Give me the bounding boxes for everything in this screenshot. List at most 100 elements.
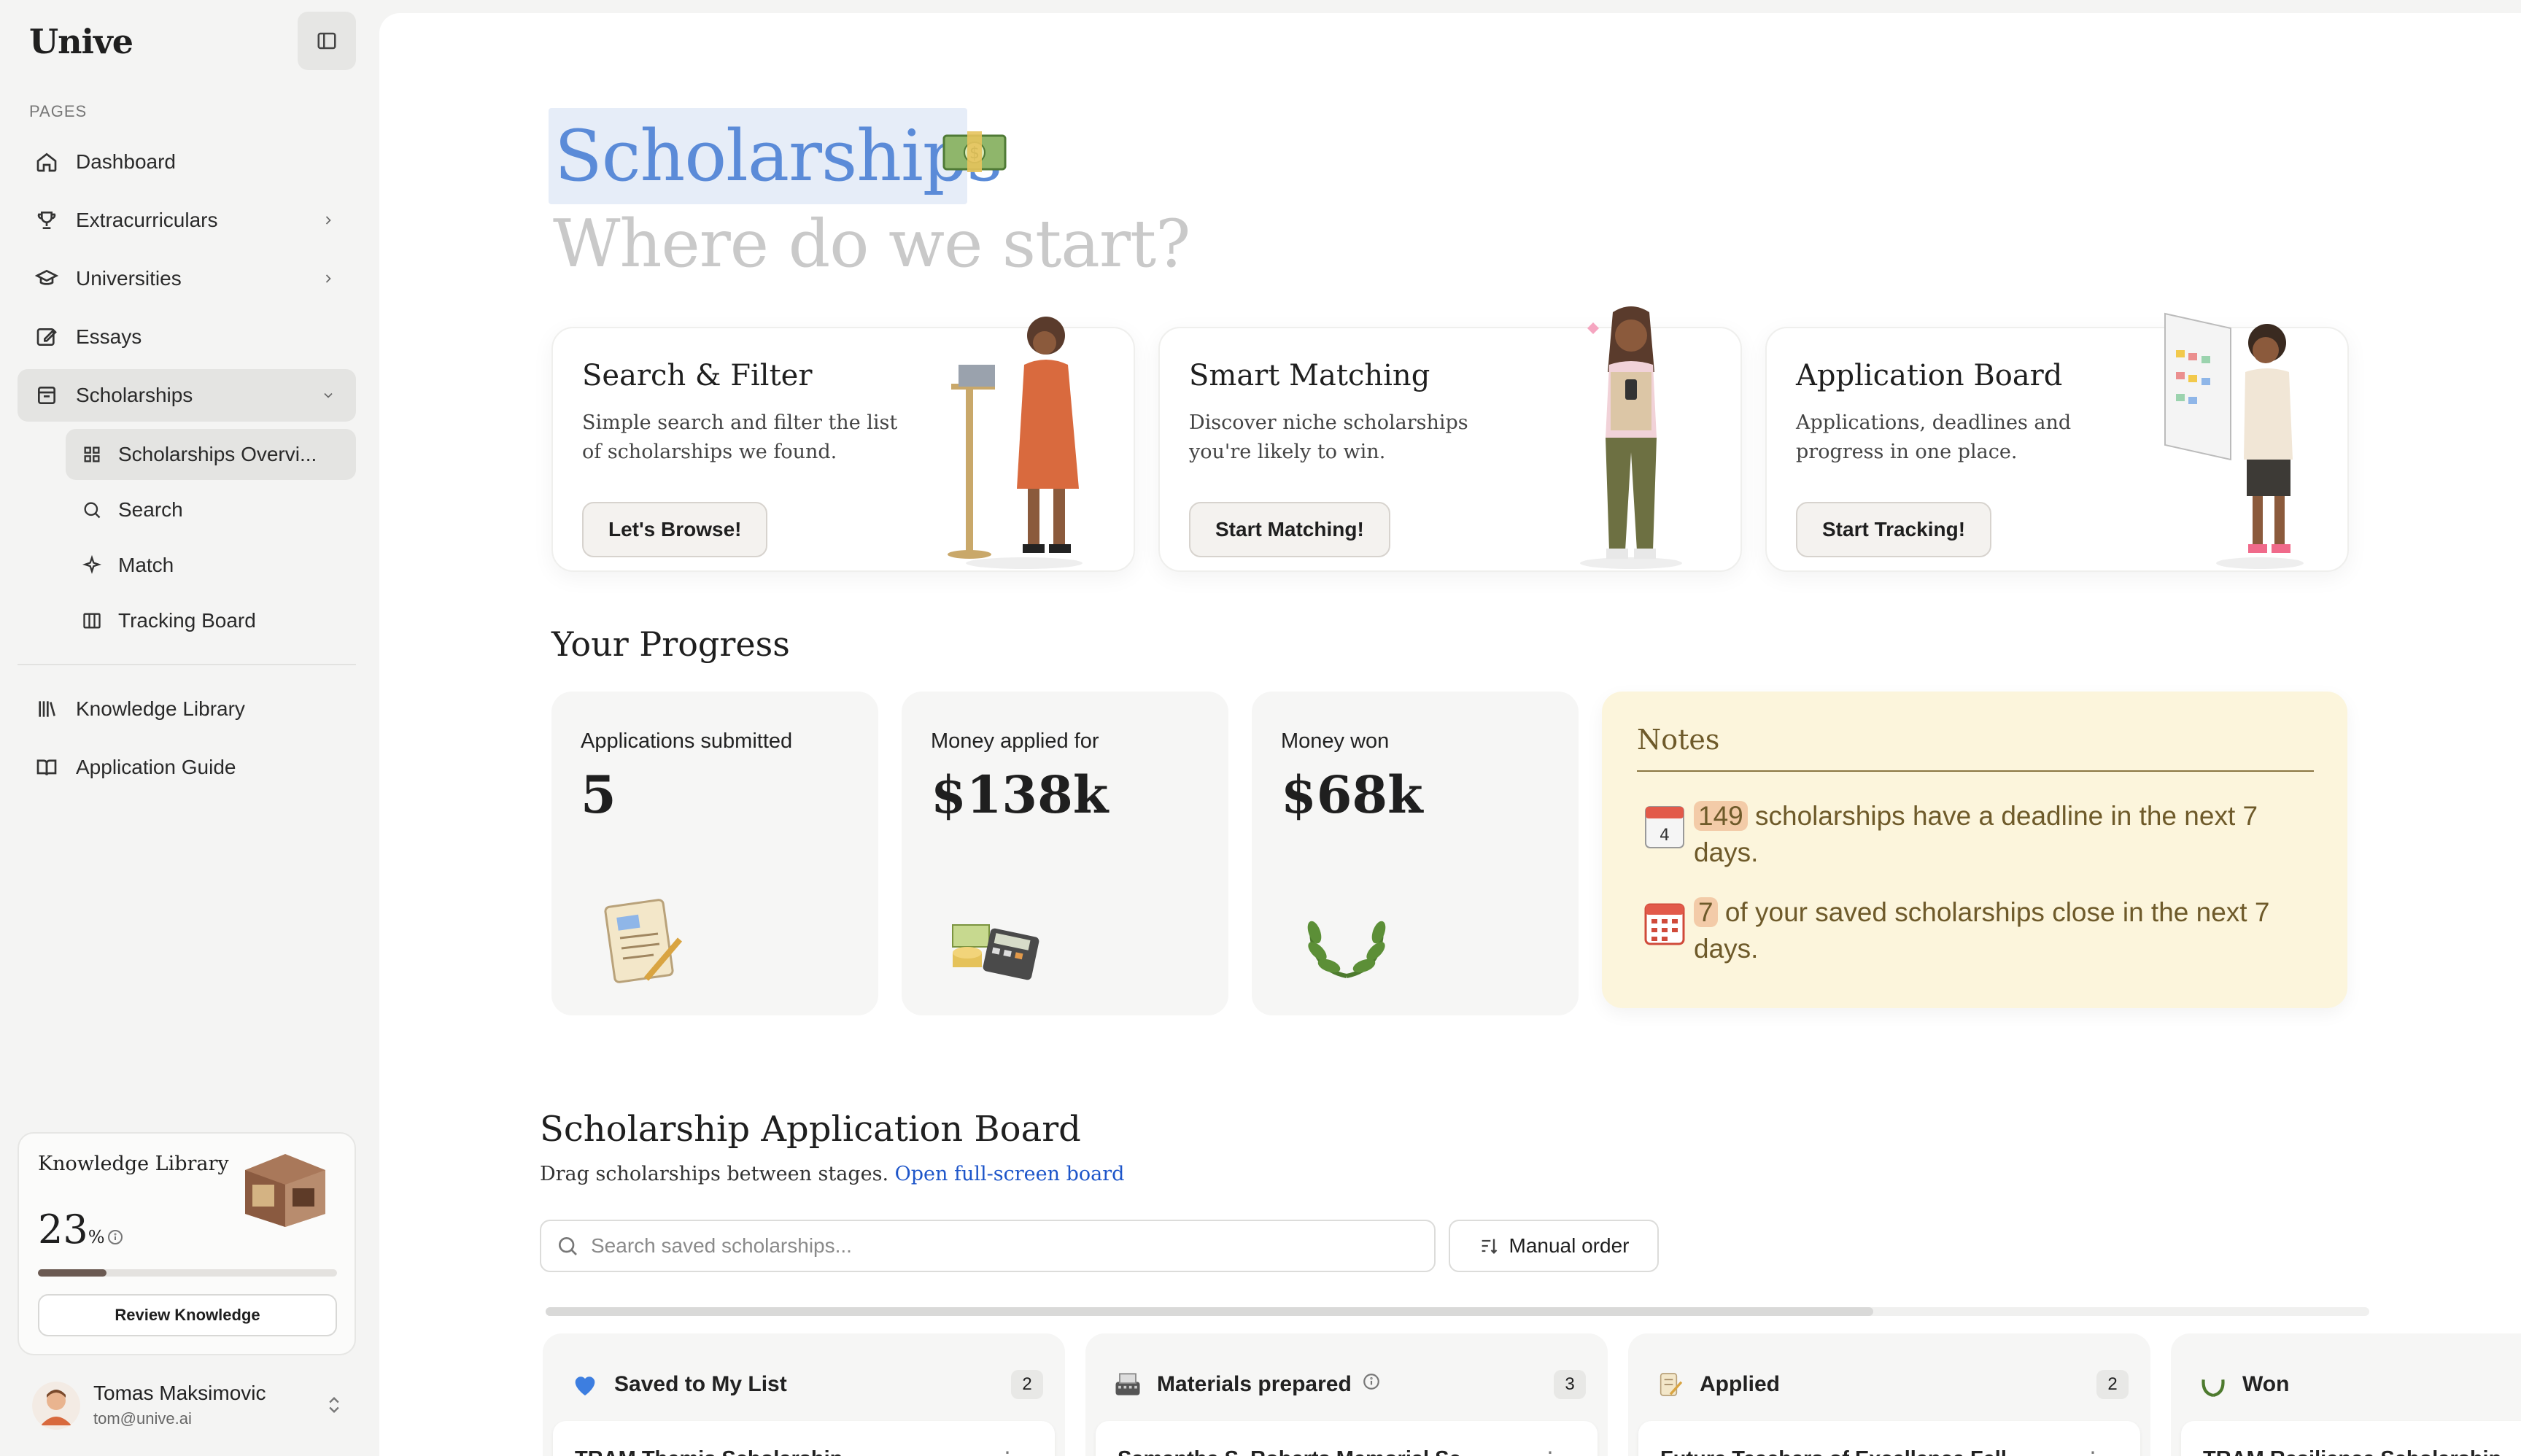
stat-value: $138k: [931, 764, 1109, 825]
note-text: 7 of your saved scholarships close in th…: [1694, 897, 2270, 964]
home-icon: [32, 147, 61, 177]
page-title: Scholarships: [554, 115, 1002, 197]
feature-title: Search & Filter: [582, 359, 813, 392]
knowledge-card-title: Knowledge Library: [38, 1153, 229, 1175]
notes-divider: [1637, 770, 2314, 772]
girl-with-phone-illustration: [1580, 306, 1682, 569]
search-icon: [559, 1237, 577, 1255]
laurel-wreath-icon: [1307, 921, 1386, 978]
sidebar-item-application-guide[interactable]: Application Guide: [18, 741, 356, 794]
scholarship-card[interactable]: TRAM Resilience Scholarship: [2181, 1421, 2521, 1456]
document-pen-icon: [604, 899, 683, 983]
avatar: [32, 1382, 80, 1430]
book-open-icon: [32, 753, 61, 782]
scholarship-card-title: Samantha S. Roberts Memorial Sc...: [1118, 1447, 1479, 1456]
board-column-saved: Saved to My List 2 TRAM Themis Scholarsh…: [543, 1333, 1065, 1456]
library-room-illustration: [245, 1154, 325, 1227]
grid-icon: [79, 441, 105, 468]
notes-title: Notes: [1637, 724, 1720, 756]
search-icon: [79, 497, 105, 523]
sidebar-item-label: Scholarships: [76, 384, 193, 406]
chevron-up-down-icon[interactable]: [324, 1392, 344, 1422]
board-search-input[interactable]: Search saved scholarships...: [540, 1220, 1436, 1272]
chevron-right-icon[interactable]: [315, 207, 341, 233]
sidebar-item-extracurriculars[interactable]: Extracurriculars: [18, 194, 356, 247]
scholarship-card[interactable]: TRAM Themis Scholarship ⋮: [553, 1421, 1055, 1456]
note-saved-closing: 7 of your saved scholarships close in th…: [1637, 894, 2323, 967]
sidebar-subitem-label: Tracking Board: [118, 609, 256, 632]
trophy-icon: [32, 206, 61, 235]
chevron-right-icon[interactable]: [315, 266, 341, 292]
column-header: Materials prepared: [1112, 1368, 1381, 1401]
info-icon[interactable]: [1362, 1372, 1381, 1397]
column-header: Saved to My List: [569, 1368, 787, 1401]
sidebar-subitem-overview[interactable]: Scholarships Overvi...: [66, 429, 356, 480]
start-tracking-button[interactable]: Start Tracking!: [1796, 502, 1992, 557]
sort-icon: [1482, 1239, 1497, 1254]
column-count: 2: [2096, 1370, 2129, 1399]
stat-card-money-applied: Money applied for $138k: [902, 692, 1228, 1015]
manual-order-button[interactable]: Manual order: [1449, 1220, 1659, 1272]
scrollbar-thumb[interactable]: [546, 1307, 1873, 1316]
more-options-icon[interactable]: ⋮: [2082, 1447, 2104, 1456]
notes-card: Notes 4 149 scholarships have a deadline…: [1602, 692, 2347, 1008]
sidebar-subitem-match[interactable]: Match: [66, 540, 356, 591]
note-deadline-count: 4 149 scholarships have a deadline in th…: [1637, 798, 2323, 871]
chevron-down-icon[interactable]: [315, 382, 341, 408]
blue-heart-icon: [569, 1368, 601, 1401]
section-label-pages: PAGES: [29, 102, 88, 120]
column-header: Applied: [1654, 1368, 1780, 1401]
sidebar-item-label: Extracurriculars: [76, 209, 218, 231]
sidebar-subitem-label: Match: [118, 554, 174, 576]
open-fullscreen-board-link[interactable]: Open full-screen board: [895, 1163, 1125, 1185]
columns-icon: [79, 608, 105, 634]
feature-title: Smart Matching: [1189, 359, 1430, 392]
feature-description: Discover niche scholarships you're likel…: [1189, 411, 1468, 463]
money-calculator-icon: [952, 924, 1039, 980]
note-count: 149: [1694, 801, 1748, 831]
stat-value: $68k: [1281, 764, 1423, 825]
sidebar-subitem-search[interactable]: Search: [66, 484, 356, 535]
note-count: 7: [1694, 897, 1718, 927]
user-menu[interactable]: Tomas Maksimovic tom@unive.ai: [18, 1371, 356, 1441]
note-text: 149 scholarships have a deadline in the …: [1694, 801, 2258, 867]
board-horizontal-scrollbar[interactable]: [546, 1307, 2369, 1316]
graduation-cap-icon: [32, 264, 61, 293]
review-knowledge-button[interactable]: Review Knowledge: [38, 1294, 337, 1336]
more-options-icon[interactable]: ⋮: [996, 1447, 1018, 1456]
boy-at-board-illustration: [2164, 312, 2304, 569]
scholarship-card[interactable]: Future Teachers of Excellence Fell... ⋮: [1638, 1421, 2140, 1456]
sidebar-subitem-tracking-board[interactable]: Tracking Board: [66, 595, 356, 646]
sidebar-toggle-button[interactable]: [298, 12, 356, 70]
more-options-icon[interactable]: ⋮: [1539, 1447, 1561, 1456]
lets-browse-button[interactable]: Let's Browse!: [582, 502, 768, 557]
sidebar-item-scholarships[interactable]: Scholarships: [18, 369, 356, 422]
money-icon: $: [942, 131, 1007, 172]
column-count: 2: [1011, 1370, 1043, 1399]
sidebar-item-dashboard[interactable]: Dashboard: [18, 136, 356, 188]
board-column-won: Won TRAM Resilience Scholarship: [2171, 1333, 2521, 1456]
feature-card-search: Search & Filter Simple search and filter…: [551, 317, 1135, 572]
sidebar-item-label: Dashboard: [76, 150, 176, 173]
brand-logo[interactable]: Unive: [29, 22, 133, 61]
knowledge-library-card: Knowledge Library 23% Review Knowledge: [18, 1132, 356, 1355]
board-column-applied: Applied 2 Future Teachers of Excellence …: [1628, 1333, 2150, 1456]
sparkle-icon: [79, 552, 105, 578]
progress-section-title: Your Progress: [551, 624, 790, 664]
start-matching-button[interactable]: Start Matching!: [1189, 502, 1390, 557]
sidebar-divider: [18, 664, 356, 665]
scholarship-card[interactable]: Samantha S. Roberts Memorial Sc... ⋮: [1096, 1421, 1598, 1456]
info-icon[interactable]: [107, 1228, 124, 1250]
board-title: Scholarship Application Board: [540, 1109, 1081, 1150]
sidebar-subitem-label: Scholarships Overvi...: [118, 443, 317, 465]
sidebar-subitem-label: Search: [118, 498, 183, 521]
scholarship-card-title: TRAM Resilience Scholarship: [2203, 1447, 2501, 1456]
column-count: 3: [1554, 1370, 1586, 1399]
sidebar-item-essays[interactable]: Essays: [18, 311, 356, 363]
sidebar-item-universities[interactable]: Universities: [18, 252, 356, 305]
svg-text:4: 4: [1660, 826, 1670, 845]
sidebar-item-knowledge-library[interactable]: Knowledge Library: [18, 683, 356, 735]
feature-card-matching: Smart Matching Discover niche scholarshi…: [1158, 306, 1742, 572]
feature-description: Simple search and filter the list of sch…: [582, 411, 898, 463]
main-content: Scholarships $ Where do we start? Search…: [379, 13, 2521, 1456]
